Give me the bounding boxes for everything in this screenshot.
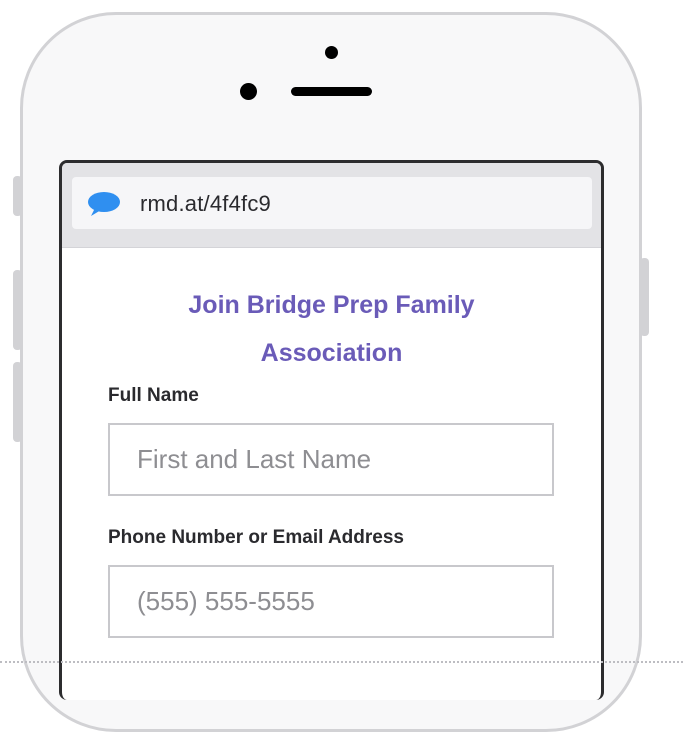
url-field[interactable]: rmd.at/4f4fc9 [72, 177, 592, 229]
phone-or-email-input[interactable] [108, 565, 554, 638]
crop-edge-divider [0, 661, 683, 663]
contact-label: Phone Number or Email Address [108, 527, 404, 548]
url-text: rmd.at/4f4fc9 [140, 191, 271, 216]
form-title-line-2: Association [260, 339, 403, 367]
earpiece-speaker [291, 87, 372, 96]
form-title: Join Bridge Prep Family Association [62, 281, 601, 377]
form-title-line-1: Join Bridge Prep Family [188, 291, 475, 319]
chat-bubble-icon [86, 191, 122, 222]
browser-address-bar: rmd.at/4f4fc9 [62, 163, 601, 248]
full-name-label: Full Name [108, 385, 199, 406]
front-camera [325, 46, 338, 59]
phone-screen: rmd.at/4f4fc9 Join Bridge Prep Family As… [59, 160, 604, 700]
proximity-sensor [240, 83, 257, 100]
full-name-input[interactable] [108, 423, 554, 496]
